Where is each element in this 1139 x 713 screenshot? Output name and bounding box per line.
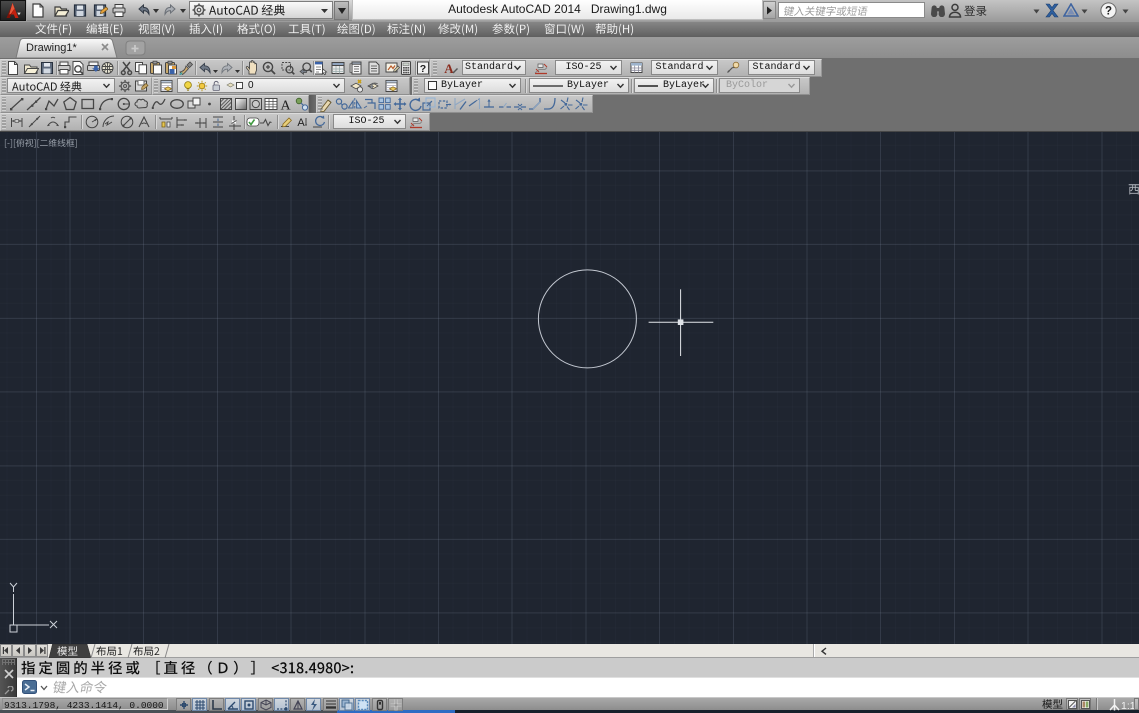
svg-text:?: ?: [420, 63, 426, 75]
svg-text:A: A: [444, 61, 454, 76]
svg-text:A: A: [297, 117, 305, 129]
svg-text:A: A: [280, 99, 291, 113]
svg-text:?: ?: [1105, 6, 1112, 18]
